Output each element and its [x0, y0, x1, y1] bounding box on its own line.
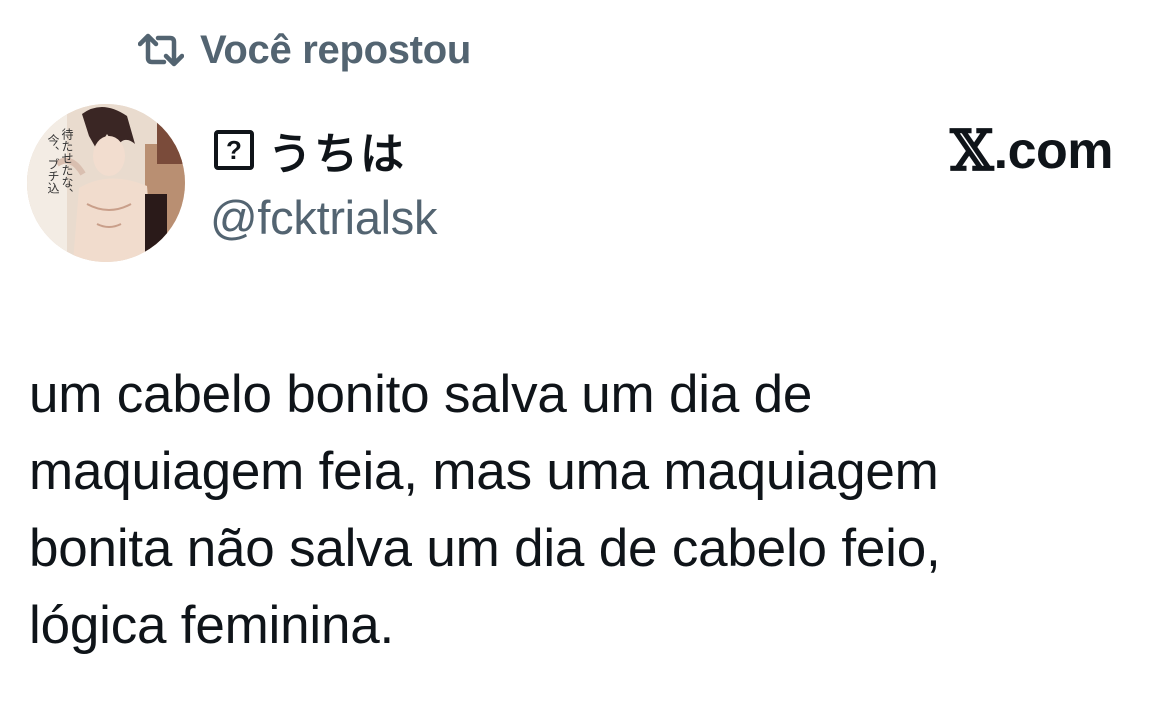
- brand-logo: 𝕏 .com: [950, 120, 1113, 182]
- tweet-text: um cabelo bonito salva um dia de maquiag…: [29, 356, 1129, 664]
- repost-indicator[interactable]: Você repostou: [138, 24, 471, 76]
- avatar-image: 待たせたな、 今、ブチ込: [27, 104, 185, 262]
- author-name-row[interactable]: ? うちは: [214, 120, 406, 180]
- x-logo-icon: 𝕏: [950, 118, 994, 184]
- repost-icon: [138, 30, 184, 70]
- display-name[interactable]: うちは: [268, 118, 406, 182]
- svg-text:今、ブチ込: 今、ブチ込: [46, 133, 60, 194]
- tweet-line: lógica feminina.: [29, 596, 395, 655]
- brand-suffix: .com: [993, 122, 1114, 180]
- avatar[interactable]: 待たせたな、 今、ブチ込: [27, 104, 185, 262]
- unknown-character-icon: ?: [214, 130, 254, 170]
- author-handle[interactable]: @fcktrialsk: [210, 190, 438, 245]
- tweet-line: maquiagem feia, mas uma maquiagem: [29, 442, 939, 501]
- tweet-line: um cabelo bonito salva um dia de: [29, 365, 813, 424]
- tweet-line: bonita não salva um dia de cabelo feio,: [29, 519, 941, 578]
- svg-text:待たせたな、: 待たせたな、: [60, 128, 74, 200]
- repost-label: Você repostou: [200, 27, 471, 72]
